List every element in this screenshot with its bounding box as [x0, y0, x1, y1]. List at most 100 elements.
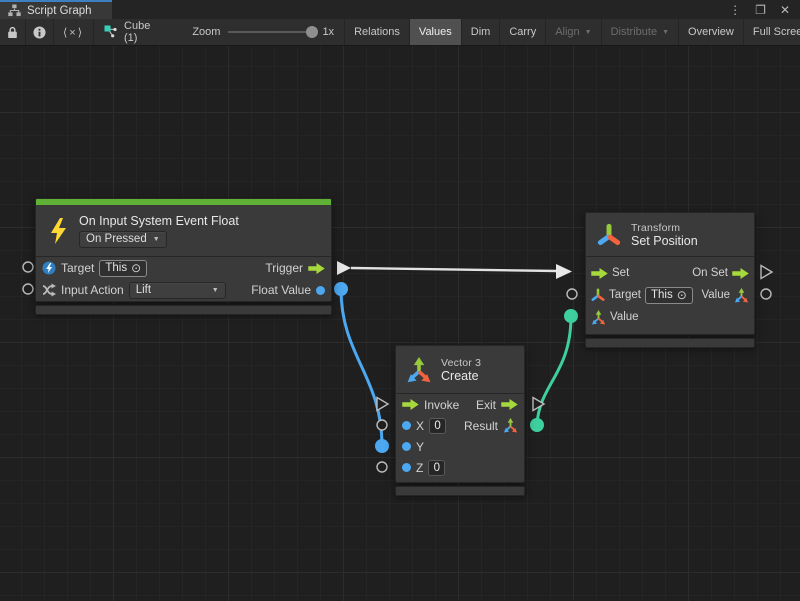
flow-arrow-icon[interactable]: [501, 399, 518, 410]
flow-arrow-icon[interactable]: [402, 399, 419, 410]
node-on-input-system-event-float[interactable]: On Input System Event Float On Pressed ▼…: [35, 198, 332, 315]
y-input-port[interactable]: [375, 439, 389, 453]
zoom-label: Zoom: [192, 26, 220, 38]
y-inner-port[interactable]: [402, 442, 411, 451]
dim-button[interactable]: Dim: [462, 19, 501, 45]
node-transform-set-position[interactable]: Transform Set Position Set On Set: [585, 212, 755, 348]
result-output-port[interactable]: [530, 418, 544, 432]
vector3-icon[interactable]: [503, 418, 518, 433]
event-node-footer: [35, 305, 332, 315]
graph-breadcrumb[interactable]: Cube (1): [94, 19, 160, 45]
z-inner-port[interactable]: [402, 463, 411, 472]
invoke-row: Invoke Exit: [396, 394, 524, 415]
transform-target-value: This: [651, 289, 673, 301]
transform-target-this-picker[interactable]: This ⊙: [645, 287, 693, 304]
inspect-button[interactable]: [26, 19, 54, 45]
graph-toolbar: ⟨×⟩ Cube (1) Zoom 1x Relations Values Di…: [0, 19, 800, 46]
exit-label: Exit: [476, 398, 496, 412]
invoke-label: Invoke: [424, 398, 459, 412]
window-menu-icon[interactable]: ⋮: [729, 3, 741, 17]
float-value-inner-port[interactable]: [316, 286, 325, 295]
align-button-label: Align: [555, 26, 579, 38]
transform-target-input-port[interactable]: [567, 289, 577, 299]
graph-name: Cube (1): [124, 20, 150, 44]
set-label: Set: [612, 267, 629, 279]
values-button[interactable]: Values: [410, 19, 462, 45]
on-set-label: On Set: [692, 267, 728, 279]
event-inputaction-input-port[interactable]: [23, 284, 33, 294]
object-picker-icon[interactable]: ⊙: [131, 262, 141, 274]
target-this-picker[interactable]: This ⊙: [99, 260, 147, 277]
close-icon[interactable]: ✕: [780, 3, 790, 17]
trigger-output-port[interactable]: [337, 261, 351, 275]
flow-arrow-icon[interactable]: [732, 268, 749, 279]
event-target-input-port[interactable]: [23, 262, 33, 272]
lock-icon: [7, 26, 18, 39]
chevron-down-icon: ▼: [662, 29, 669, 36]
flow-arrow-icon: [308, 263, 325, 274]
transform-title: Set Position: [631, 234, 698, 248]
transform-target-row: Target This ⊙ Value: [586, 284, 754, 306]
z-input-port[interactable]: [377, 462, 387, 472]
distribute-button[interactable]: Distribute ▼: [602, 19, 679, 45]
chevron-down-icon: ▼: [153, 236, 160, 243]
transform-small-icon: [591, 288, 605, 302]
transform-node-footer: [585, 338, 755, 348]
target-value: This: [105, 262, 127, 274]
vector3-icon: [406, 357, 432, 383]
flow-arrow-icon[interactable]: [591, 268, 608, 279]
event-mode-value: On Pressed: [86, 233, 147, 245]
zoom-level: 1x: [322, 26, 334, 38]
zoom-slider-handle[interactable]: [306, 26, 318, 38]
chevron-down-icon: ▼: [585, 29, 592, 36]
node-vector3-create[interactable]: Vector 3 Create Invoke Exit: [395, 345, 525, 496]
x-input-port[interactable]: [377, 420, 387, 430]
float-value-label: Float Value: [251, 283, 311, 297]
set-row: Set On Set: [586, 262, 754, 284]
event-mode-dropdown[interactable]: On Pressed ▼: [79, 231, 167, 248]
full-screen-button[interactable]: Full Screen: [744, 19, 800, 45]
tab-script-graph[interactable]: Script Graph: [0, 0, 112, 19]
graph-canvas[interactable]: On Input System Event Float On Pressed ▼…: [0, 46, 800, 601]
y-label: Y: [416, 440, 424, 454]
on-set-output-port[interactable]: [761, 266, 772, 279]
y-row: Y: [396, 436, 524, 457]
object-picker-icon[interactable]: ⊙: [677, 289, 687, 301]
control-wire-trigger-to-set[interactable]: [351, 268, 557, 271]
chevron-down-icon: ▼: [212, 287, 219, 294]
transform-category: Transform: [631, 222, 698, 234]
zoom-slider[interactable]: [228, 31, 314, 33]
lock-button[interactable]: [0, 19, 26, 45]
invoke-input-port[interactable]: [377, 398, 388, 411]
float-value-output-port[interactable]: [334, 282, 348, 296]
zoom-control: Zoom 1x: [182, 19, 345, 45]
value-wire-result-to-value[interactable]: [537, 316, 571, 425]
input-action-value: Lift: [136, 284, 151, 296]
input-action-icon: [42, 283, 56, 297]
transform-value-output-port[interactable]: [761, 289, 771, 299]
graph-asset-icon: [104, 25, 118, 39]
event-target-row: Target This ⊙ Trigger: [36, 257, 331, 279]
script-graph-icon: [8, 4, 21, 17]
code-view-button[interactable]: ⟨×⟩: [54, 19, 94, 45]
relations-button[interactable]: Relations: [345, 19, 410, 45]
x-inner-port[interactable]: [402, 421, 411, 430]
distribute-button-label: Distribute: [611, 26, 657, 38]
vector3-icon[interactable]: [734, 288, 749, 303]
value-input-port[interactable]: [564, 309, 578, 323]
align-button[interactable]: Align ▼: [546, 19, 601, 45]
z-value-field[interactable]: 0: [428, 460, 445, 476]
overview-button[interactable]: Overview: [679, 19, 744, 45]
vector3-icon: [591, 310, 606, 325]
x-value-field[interactable]: 0: [429, 418, 446, 434]
input-action-dropdown[interactable]: Lift ▼: [129, 282, 226, 299]
z-row: Z 0: [396, 457, 524, 478]
value-in-label: Value: [610, 311, 639, 323]
maximize-icon[interactable]: ❐: [755, 3, 766, 17]
toolbar-spacer: [160, 19, 182, 45]
vector3-category: Vector 3: [441, 357, 481, 369]
event-input-action-row: Input Action Lift ▼ Float Value: [36, 279, 331, 301]
value-wire-float-to-y[interactable]: [341, 289, 382, 446]
z-label: Z: [416, 461, 423, 475]
carry-button[interactable]: Carry: [500, 19, 546, 45]
